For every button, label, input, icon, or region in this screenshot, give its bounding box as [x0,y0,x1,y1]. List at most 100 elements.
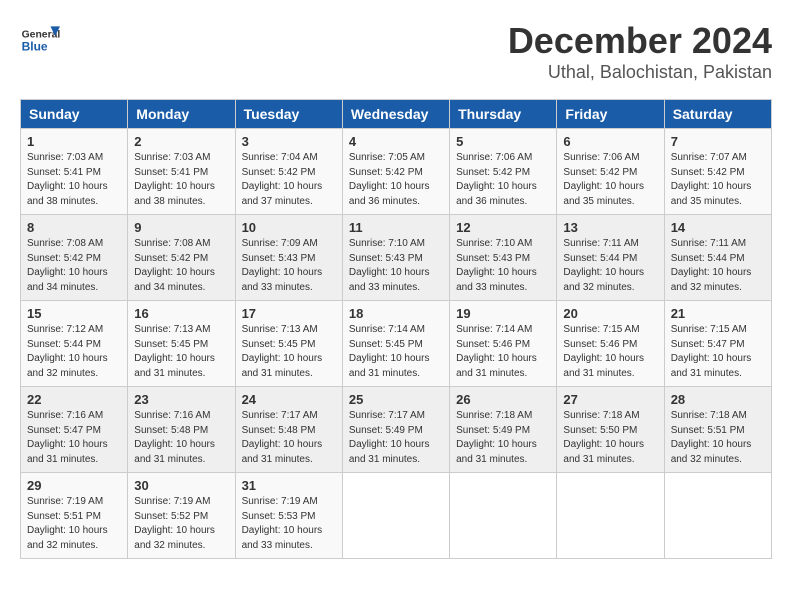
day-info: Sunrise: 7:17 AM Sunset: 5:49 PM Dayligh… [349,409,443,467]
day-info: Sunrise: 7:05 AM Sunset: 5:42 PM Dayligh… [349,151,443,209]
day-info: Sunrise: 7:06 AM Sunset: 5:42 PM Dayligh… [563,151,657,209]
day-number: 27 [563,392,657,407]
col-header-friday: Friday [557,100,664,129]
day-number: 28 [671,392,765,407]
day-number: 13 [563,220,657,235]
calendar-cell [450,473,557,559]
day-number: 2 [134,134,228,149]
day-info: Sunrise: 7:08 AM Sunset: 5:42 PM Dayligh… [134,237,228,295]
calendar-cell: 10 Sunrise: 7:09 AM Sunset: 5:43 PM Dayli… [235,215,342,301]
day-info: Sunrise: 7:13 AM Sunset: 5:45 PM Dayligh… [134,323,228,381]
day-number: 10 [242,220,336,235]
calendar-cell: 20 Sunrise: 7:15 AM Sunset: 5:46 PM Dayli… [557,301,664,387]
day-info: Sunrise: 7:12 AM Sunset: 5:44 PM Dayligh… [27,323,121,381]
calendar-header-row: SundayMondayTuesdayWednesdayThursdayFrid… [21,100,772,129]
day-info: Sunrise: 7:14 AM Sunset: 5:45 PM Dayligh… [349,323,443,381]
calendar-cell: 6 Sunrise: 7:06 AM Sunset: 5:42 PM Daylig… [557,129,664,215]
calendar-cell: 25Sunrise: 7:17 AM Sunset: 5:49 PM Dayli… [342,387,449,473]
day-info: Sunrise: 7:13 AM Sunset: 5:45 PM Dayligh… [242,323,336,381]
day-number: 22 [27,392,121,407]
page-subtitle: Uthal, Balochistan, Pakistan [508,62,772,83]
day-number: 14 [671,220,765,235]
day-info: Sunrise: 7:06 AM Sunset: 5:42 PM Dayligh… [456,151,550,209]
calendar-cell: 3Sunrise: 7:04 AM Sunset: 5:42 PM Daylig… [235,129,342,215]
col-header-monday: Monday [128,100,235,129]
calendar-cell [557,473,664,559]
day-number: 17 [242,306,336,321]
calendar-cell: 16Sunrise: 7:13 AM Sunset: 5:45 PM Dayli… [128,301,235,387]
day-number: 9 [134,220,228,235]
calendar-cell: 2 Sunrise: 7:03 AM Sunset: 5:41 PM Daylig… [128,129,235,215]
calendar-cell [664,473,771,559]
calendar-cell: 9 Sunrise: 7:08 AM Sunset: 5:42 PM Daylig… [128,215,235,301]
day-info: Sunrise: 7:17 AM Sunset: 5:48 PM Dayligh… [242,409,336,467]
col-header-wednesday: Wednesday [342,100,449,129]
day-number: 18 [349,306,443,321]
calendar-cell: 19 Sunrise: 7:14 AM Sunset: 5:46 PM Dayli… [450,301,557,387]
calendar-cell: 14 Sunrise: 7:11 AM Sunset: 5:44 PM Dayli… [664,215,771,301]
calendar-cell: 29 Sunrise: 7:19 AM Sunset: 5:51 PM Dayli… [21,473,128,559]
day-info: Sunrise: 7:19 AM Sunset: 5:53 PM Dayligh… [242,495,336,553]
day-info: Sunrise: 7:10 AM Sunset: 5:43 PM Dayligh… [349,237,443,295]
calendar-week-row: 29 Sunrise: 7:19 AM Sunset: 5:51 PM Dayli… [21,473,772,559]
day-info: Sunrise: 7:15 AM Sunset: 5:47 PM Dayligh… [671,323,765,381]
page-title: December 2024 [508,20,772,62]
day-number: 24 [242,392,336,407]
title-block: December 2024 Uthal, Balochistan, Pakist… [508,20,772,83]
day-info: Sunrise: 7:04 AM Sunset: 5:42 PM Dayligh… [242,151,336,209]
day-info: Sunrise: 7:18 AM Sunset: 5:49 PM Dayligh… [456,409,550,467]
calendar-cell: 23Sunrise: 7:16 AM Sunset: 5:48 PM Dayli… [128,387,235,473]
col-header-saturday: Saturday [664,100,771,129]
day-number: 7 [671,134,765,149]
calendar-cell: 21 Sunrise: 7:15 AM Sunset: 5:47 PM Dayli… [664,301,771,387]
col-header-tuesday: Tuesday [235,100,342,129]
day-info: Sunrise: 7:14 AM Sunset: 5:46 PM Dayligh… [456,323,550,381]
day-number: 1 [27,134,121,149]
day-number: 12 [456,220,550,235]
day-number: 29 [27,478,121,493]
day-number: 30 [134,478,228,493]
day-number: 15 [27,306,121,321]
day-number: 21 [671,306,765,321]
day-info: Sunrise: 7:19 AM Sunset: 5:52 PM Dayligh… [134,495,228,553]
day-info: Sunrise: 7:03 AM Sunset: 5:41 PM Dayligh… [134,151,228,209]
calendar-cell: 30 Sunrise: 7:19 AM Sunset: 5:52 PM Dayli… [128,473,235,559]
day-number: 5 [456,134,550,149]
day-number: 8 [27,220,121,235]
calendar-week-row: 1 Sunrise: 7:03 AM Sunset: 5:41 PM Daylig… [21,129,772,215]
day-info: Sunrise: 7:19 AM Sunset: 5:51 PM Dayligh… [27,495,121,553]
calendar-cell [342,473,449,559]
day-info: Sunrise: 7:11 AM Sunset: 5:44 PM Dayligh… [671,237,765,295]
calendar-week-row: 8 Sunrise: 7:08 AM Sunset: 5:42 PM Daylig… [21,215,772,301]
calendar-cell: 1 Sunrise: 7:03 AM Sunset: 5:41 PM Daylig… [21,129,128,215]
calendar-cell: 8 Sunrise: 7:08 AM Sunset: 5:42 PM Daylig… [21,215,128,301]
day-info: Sunrise: 7:03 AM Sunset: 5:41 PM Dayligh… [27,151,121,209]
day-number: 20 [563,306,657,321]
day-number: 26 [456,392,550,407]
calendar-cell: 24 Sunrise: 7:17 AM Sunset: 5:48 PM Dayli… [235,387,342,473]
header: General Blue December 2024 Uthal, Baloch… [20,20,772,83]
day-info: Sunrise: 7:10 AM Sunset: 5:43 PM Dayligh… [456,237,550,295]
col-header-sunday: Sunday [21,100,128,129]
day-number: 11 [349,220,443,235]
day-number: 4 [349,134,443,149]
logo: General Blue [20,20,64,60]
calendar-cell: 18 Sunrise: 7:14 AM Sunset: 5:45 PM Dayli… [342,301,449,387]
calendar-cell: 17 Sunrise: 7:13 AM Sunset: 5:45 PM Dayli… [235,301,342,387]
calendar-cell: 12 Sunrise: 7:10 AM Sunset: 5:43 PM Dayli… [450,215,557,301]
calendar-cell: 13 Sunrise: 7:11 AM Sunset: 5:44 PM Dayli… [557,215,664,301]
day-number: 31 [242,478,336,493]
day-number: 19 [456,306,550,321]
day-number: 6 [563,134,657,149]
calendar-cell: 7Sunrise: 7:07 AM Sunset: 5:42 PM Daylig… [664,129,771,215]
calendar-cell: 22Sunrise: 7:16 AM Sunset: 5:47 PM Dayli… [21,387,128,473]
day-info: Sunrise: 7:09 AM Sunset: 5:43 PM Dayligh… [242,237,336,295]
calendar-cell: 4 Sunrise: 7:05 AM Sunset: 5:42 PM Daylig… [342,129,449,215]
calendar-cell: 11 Sunrise: 7:10 AM Sunset: 5:43 PM Dayli… [342,215,449,301]
calendar-cell: 15 Sunrise: 7:12 AM Sunset: 5:44 PM Dayli… [21,301,128,387]
day-info: Sunrise: 7:18 AM Sunset: 5:51 PM Dayligh… [671,409,765,467]
day-info: Sunrise: 7:08 AM Sunset: 5:42 PM Dayligh… [27,237,121,295]
day-number: 23 [134,392,228,407]
day-info: Sunrise: 7:15 AM Sunset: 5:46 PM Dayligh… [563,323,657,381]
day-info: Sunrise: 7:11 AM Sunset: 5:44 PM Dayligh… [563,237,657,295]
